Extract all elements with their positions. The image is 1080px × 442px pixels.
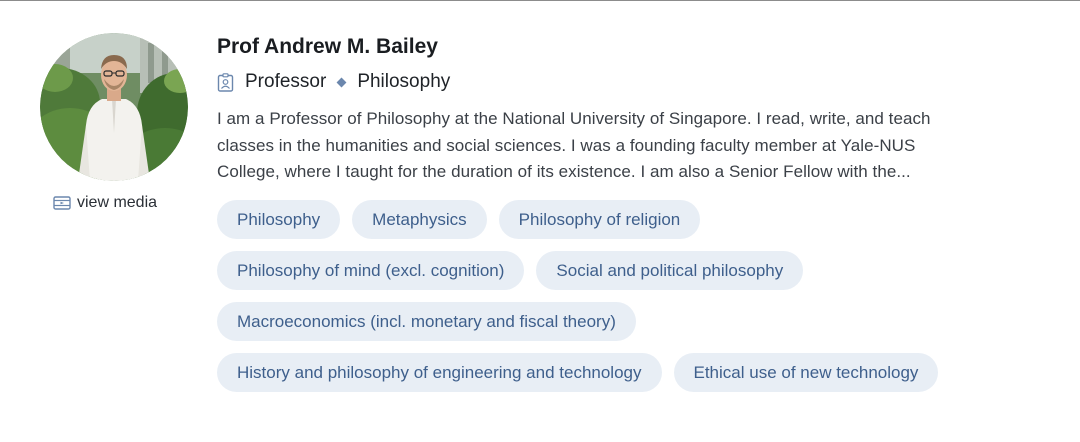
view-media-link[interactable]: view media [53, 194, 157, 212]
role-field: Philosophy [357, 71, 451, 92]
tag-social-political-philosophy[interactable]: Social and political philosophy [536, 250, 804, 290]
bio-line: I am a Professor of Philosophy at the Na… [217, 109, 931, 128]
tag-metaphysics[interactable]: Metaphysics [352, 199, 487, 239]
profile-details: Prof Andrew M. Bailey Professor Philosop… [217, 34, 1047, 392]
profile-name[interactable]: Prof Andrew M. Bailey [217, 34, 1047, 60]
top-divider [0, 0, 1080, 1]
video-icon [53, 196, 71, 210]
view-media-label: view media [77, 194, 158, 211]
role-title: Professor [245, 71, 327, 92]
bio-line: classes in the humanities and social sci… [217, 135, 916, 155]
tag-history-philosophy-engineering[interactable]: History and philosophy of engineering an… [217, 352, 662, 392]
diamond-icon [336, 77, 347, 87]
tag-macroeconomics[interactable]: Macroeconomics (incl. monetary and fisca… [217, 301, 636, 341]
tag-philosophy-of-religion[interactable]: Philosophy of religion [498, 199, 701, 239]
profile-avatar-column: view media [40, 33, 188, 211]
tag-philosophy[interactable]: Philosophy [217, 199, 341, 239]
profile-bio: I am a Professor of Philosophy at the Na… [217, 106, 1037, 186]
tag-ethical-use-new-technology[interactable]: Ethical use of new technology [673, 352, 939, 392]
id-badge-icon [217, 72, 234, 92]
tag-philosophy-of-mind[interactable]: Philosophy of mind (excl. cognition) [217, 250, 525, 290]
avatar[interactable] [40, 33, 188, 181]
expertise-tags: Philosophy Metaphysics Philosophy of rel… [217, 199, 1017, 392]
role-line: Professor Philosophy [217, 70, 1047, 94]
bio-line: College, where I taught for the duration… [217, 162, 911, 181]
